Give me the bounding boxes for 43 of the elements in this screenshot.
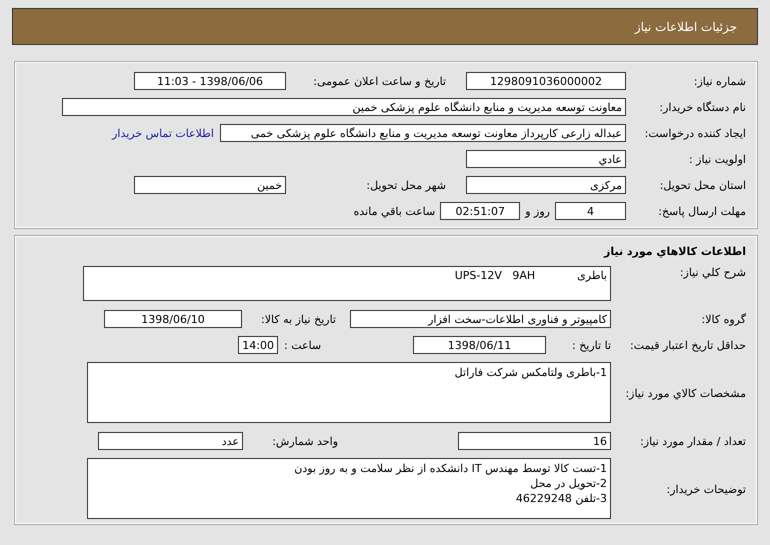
- unit-field: عدد: [98, 432, 243, 450]
- note-line: 3-تلفن 46229248: [514, 491, 607, 506]
- field-label: نام دستگاه خریدار:: [658, 100, 746, 114]
- field-label: ایجاد کننده درخواست:: [644, 126, 746, 140]
- specs-field: 1-باطری ولتامکس شرکت فاراتل: [87, 362, 611, 423]
- quantity-field: 16: [458, 432, 611, 450]
- field-label: شرح کلي نیاز:: [678, 266, 746, 279]
- priority-field: عادي: [466, 150, 626, 168]
- field-label: گروه کالا:: [700, 312, 746, 326]
- field-label: اولویت نیاز :: [688, 152, 746, 166]
- field-label: مهلت ارسال پاسخ:: [657, 204, 746, 218]
- field-label: حداقل تاریخ اعتبار قیمت:: [629, 338, 746, 352]
- city-field: خمین: [134, 176, 286, 194]
- field-label: مشخصات کالاي مورد نیاز:: [624, 386, 746, 400]
- field-label: شهر محل تحویل:: [365, 178, 447, 192]
- buyer-org-field: معاونت توسعه مدیریت و منابع دانشگاه علوم پزشکی خمین: [62, 98, 626, 116]
- contact-link[interactable]: اطلاعات تماس خریدار: [112, 126, 214, 140]
- province-field: مرکزی: [466, 176, 626, 194]
- description-field: باطری UPS-12V 9AH: [83, 266, 611, 301]
- field-label: تعداد / مقدار مورد نیاز:: [639, 434, 746, 448]
- field-label: تاریخ نیاز به کالا:: [260, 312, 337, 326]
- days-suffix: روز و: [525, 204, 550, 218]
- field-label: شماره نیاز:: [692, 74, 746, 88]
- validity-time-field: 14:00: [238, 336, 278, 354]
- need-date-field: 1398/06/10: [104, 310, 242, 328]
- note-line: 2-تحویل در محل: [529, 476, 607, 491]
- need-number-field: 1298091036000002: [466, 72, 626, 90]
- creator-field: عبداله زارعی کارپرداز معاونت توسعه مدیریت و منابع دانشگاه علوم پزشکی خمی: [220, 124, 626, 142]
- group-field: کامپیوتر و فناوری اطلاعات-سخت افزار: [350, 310, 611, 328]
- field-label: تاریخ و ساعت اعلان عمومی:: [312, 74, 447, 88]
- announce-date-field: 1398/06/06 - 11:03: [134, 72, 286, 90]
- section-title: اطلاعات کالاهاي مورد نیاز: [602, 244, 746, 260]
- field-label: واحد شمارش:: [271, 434, 339, 448]
- days-field: 4: [555, 202, 626, 220]
- validity-date-field: 1398/06/11: [413, 336, 546, 354]
- field-label: توضیحات خریدار:: [666, 482, 746, 496]
- time-suffix: ساعت باقي مانده: [354, 204, 436, 218]
- field-label: استان محل تحویل:: [658, 178, 746, 192]
- note-line: 1-تست کالا توسط مهندس IT دانشکده از نظر سلامت و به روز بودن: [293, 461, 607, 476]
- time-remaining-field: 02:51:07: [440, 202, 520, 220]
- field-label: تا تاریخ :: [571, 338, 611, 352]
- field-label: ساعت :: [283, 338, 322, 352]
- page-title: جزئیات اطلاعات نیاز: [634, 20, 737, 34]
